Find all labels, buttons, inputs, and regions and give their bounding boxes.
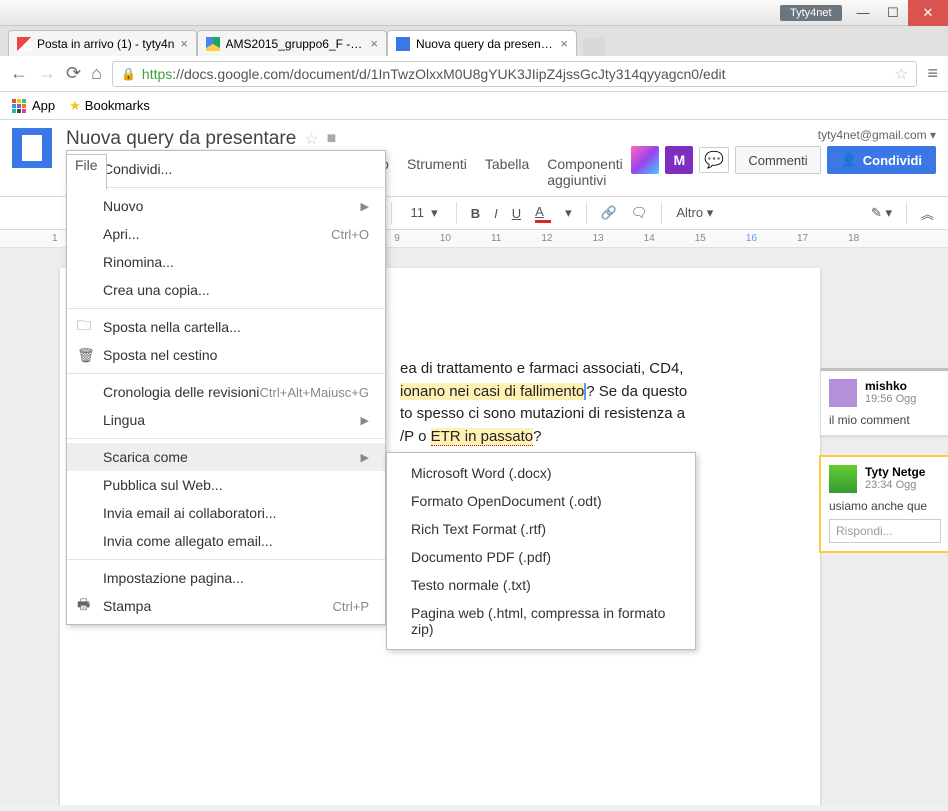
window-badge: Tyty4net <box>780 5 842 21</box>
reply-input[interactable]: Rispondi... <box>829 519 941 543</box>
browser-tab-drive[interactable]: AMS2015_gruppo6_F - Gc × <box>197 30 387 56</box>
reload-button[interactable]: ⟳ <box>66 63 81 84</box>
drive-icon <box>206 37 220 51</box>
star-icon: ★ <box>69 98 81 114</box>
close-icon[interactable]: × <box>370 36 378 51</box>
avatar <box>829 465 857 493</box>
menu-item-rinomina[interactable]: Rinomina... <box>67 248 385 276</box>
share-button[interactable]: 👤Condividi <box>827 146 936 174</box>
menu-button[interactable]: ≡ <box>927 63 938 84</box>
menu-item-nuovo[interactable]: Nuovo▶ <box>67 192 385 220</box>
docs-logo[interactable] <box>12 128 52 168</box>
forward-button[interactable]: → <box>38 63 56 84</box>
window-maximize-button[interactable]: ☐ <box>878 2 908 24</box>
menu-item-email-allegato[interactable]: Invia come allegato email... <box>67 527 385 555</box>
menu-item-scarica-come[interactable]: Scarica come▶ <box>67 443 385 471</box>
download-rtf[interactable]: Rich Text Format (.rtf) <box>387 515 695 543</box>
folder-icon: 🗀 <box>77 315 91 339</box>
menu-file[interactable]: File <box>66 154 107 190</box>
collaborator-avatar[interactable] <box>631 146 659 174</box>
link-button[interactable]: 🔗 <box>595 202 623 224</box>
menu-item-crea-copia[interactable]: Crea una copia... <box>67 276 385 304</box>
chat-button[interactable]: 💬 <box>699 147 729 173</box>
star-icon[interactable]: ☆ <box>304 129 318 149</box>
close-icon[interactable]: × <box>560 36 568 51</box>
bookmarks-bar: App ★ Bookmarks <box>0 92 948 120</box>
menu-tabella[interactable]: Tabella <box>477 154 537 190</box>
browser-toolbar: ← → ⟳ ⌂ 🔒 https://docs.google.com/docume… <box>0 56 948 92</box>
menu-item-condividi[interactable]: Condividi... <box>67 155 385 183</box>
chevron-right-icon: ▶ <box>361 451 369 464</box>
bookmark-star-icon[interactable]: ☆ <box>894 64 908 84</box>
menu-item-stampa[interactable]: 🖶StampaCtrl+P <box>67 592 385 620</box>
text-color-dropdown[interactable]: ▾ <box>559 202 578 224</box>
browser-tab-gmail[interactable]: Posta in arrivo (1) - tyty4n × <box>8 30 197 56</box>
download-odt[interactable]: Formato OpenDocument (.odt) <box>387 487 695 515</box>
window-close-button[interactable]: ✕ <box>908 0 948 26</box>
comment-card-active[interactable]: Tyty Netge 23:34 Ogg usiamo anche que Ri… <box>820 456 948 552</box>
menu-item-email-collaboratori[interactable]: Invia email ai collaboratori... <box>67 499 385 527</box>
gmail-icon <box>17 37 31 51</box>
download-docx[interactable]: Microsoft Word (.docx) <box>387 459 695 487</box>
menu-item-apri[interactable]: Apri...Ctrl+O <box>67 220 385 248</box>
comment-card[interactable]: mishko 19:56 Ogg il mio comment <box>820 368 948 436</box>
collaborator-avatar[interactable]: M <box>665 146 693 174</box>
browser-tab-docs[interactable]: Nuova query da presentar × <box>387 30 577 56</box>
italic-button[interactable]: I <box>488 203 504 224</box>
menu-strumenti[interactable]: Strumenti <box>399 154 475 190</box>
underline-button[interactable]: U <box>506 203 527 224</box>
menu-item-lingua[interactable]: Lingua▶ <box>67 406 385 434</box>
download-txt[interactable]: Testo normale (.txt) <box>387 571 695 599</box>
menu-item-sposta-cartella[interactable]: 🗀Sposta nella cartella... <box>67 313 385 341</box>
menu-item-cronologia[interactable]: Cronologia delle revisioniCtrl+Alt+Maius… <box>67 378 385 406</box>
menu-item-pubblica[interactable]: Pubblica sul Web... <box>67 471 385 499</box>
bold-button[interactable]: B <box>465 203 486 224</box>
download-pdf[interactable]: Documento PDF (.pdf) <box>387 543 695 571</box>
menu-item-impostazione-pagina[interactable]: Impostazione pagina... <box>67 564 385 592</box>
menu-item-sposta-cestino[interactable]: 🗑Sposta nel cestino <box>67 341 385 369</box>
text-color-button[interactable]: A <box>529 201 557 226</box>
bookmarks-shortcut[interactable]: ★ Bookmarks <box>69 98 150 114</box>
window-titlebar: Tyty4net — ☐ ✕ <box>0 0 948 26</box>
menu-componenti[interactable]: Componenti aggiuntivi <box>539 154 631 190</box>
back-button[interactable]: ← <box>10 63 28 84</box>
comments-button[interactable]: Commenti <box>735 146 820 174</box>
avatar <box>829 379 857 407</box>
file-menu-dropdown: Condividi... Nuovo▶ Apri...Ctrl+O Rinomi… <box>66 150 386 625</box>
collapse-toolbar-button[interactable]: ︽ <box>915 201 940 226</box>
folder-icon[interactable]: ■ <box>327 130 337 148</box>
browser-tab-strip: Posta in arrivo (1) - tyty4n × AMS2015_g… <box>0 26 948 56</box>
font-size-select[interactable]: 11 ▾ <box>400 202 447 224</box>
home-button[interactable]: ⌂ <box>91 63 102 84</box>
comment-insert-button[interactable]: 🗨 <box>625 202 654 224</box>
lock-icon: 🔒 <box>121 67 136 81</box>
print-icon: 🖶 <box>77 594 90 618</box>
address-bar[interactable]: 🔒 https://docs.google.com/document/d/1In… <box>112 61 918 87</box>
document-title[interactable]: Nuova query da presentare <box>66 128 296 150</box>
chevron-right-icon: ▶ <box>361 414 369 427</box>
chevron-right-icon: ▶ <box>361 200 369 213</box>
person-icon: 👤 <box>841 152 857 168</box>
edit-mode-button[interactable]: ✎ ▾ <box>865 202 898 224</box>
trash-icon: 🗑 <box>77 347 95 364</box>
apps-grid-icon <box>12 99 26 113</box>
window-minimize-button[interactable]: — <box>848 2 878 24</box>
new-tab-button[interactable] <box>583 38 605 56</box>
download-submenu: Microsoft Word (.docx) Formato OpenDocum… <box>386 452 696 650</box>
apps-shortcut[interactable]: App <box>12 98 55 113</box>
close-icon[interactable]: × <box>180 36 188 51</box>
docs-icon <box>396 37 410 51</box>
user-email[interactable]: tyty4net@gmail.com ▾ <box>818 128 936 142</box>
download-html[interactable]: Pagina web (.html, compressa in formato … <box>387 599 695 643</box>
more-button[interactable]: Altro ▾ <box>670 202 719 224</box>
